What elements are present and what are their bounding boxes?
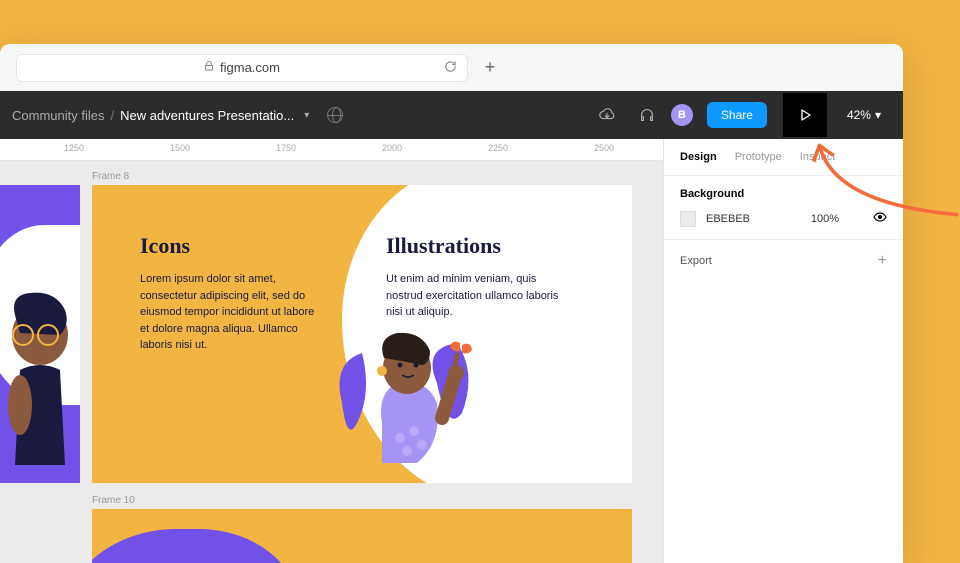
chevron-down-icon: ▾ xyxy=(875,108,881,122)
background-label: Background xyxy=(680,188,887,200)
share-button[interactable]: Share xyxy=(707,102,767,128)
export-section[interactable]: Export + xyxy=(664,240,903,282)
avatar[interactable]: B xyxy=(671,104,693,126)
chevron-down-icon[interactable]: ▾ xyxy=(304,110,309,121)
frame-7-partial[interactable] xyxy=(0,185,80,483)
illustrations-heading: Illustrations xyxy=(386,233,566,259)
background-row[interactable]: EBEBEB 100% xyxy=(680,210,887,227)
tab-inspect[interactable]: Inspect xyxy=(800,151,835,163)
ruler-tick: 2500 xyxy=(594,143,614,153)
right-panel: Design Prototype Inspect Background EBEB… xyxy=(663,139,903,563)
ruler-tick: 1750 xyxy=(276,143,296,153)
breadcrumb-current[interactable]: New adventures Presentatio... xyxy=(120,108,294,123)
breadcrumb-separator: / xyxy=(110,108,114,123)
lock-icon xyxy=(204,61,214,74)
breadcrumb: Community files / New adventures Present… xyxy=(12,107,343,123)
export-label: Export xyxy=(680,255,712,267)
ruler-horizontal: 1250 1500 1750 2000 2250 2500 xyxy=(0,139,663,161)
browser-chrome: figma.com + xyxy=(0,44,903,91)
bg-hex-value: EBEBEB xyxy=(706,213,750,225)
person-illustration xyxy=(0,285,80,483)
panel-tabs: Design Prototype Inspect xyxy=(664,139,903,176)
app-toolbar: Community files / New adventures Present… xyxy=(0,91,903,139)
url-bar[interactable]: figma.com xyxy=(16,54,468,82)
canvas-area[interactable]: 1250 1500 1750 2000 2250 2500 xyxy=(0,139,663,563)
icons-heading: Icons xyxy=(140,233,320,259)
tab-prototype[interactable]: Prototype xyxy=(735,151,782,163)
workspace: 1250 1500 1750 2000 2250 2500 xyxy=(0,139,903,563)
frame-label[interactable]: Frame 10 xyxy=(92,495,135,506)
person-illustration xyxy=(322,323,502,483)
ruler-tick: 2000 xyxy=(382,143,402,153)
icons-text: Lorem ipsum dolor sit amet, consectetur … xyxy=(140,271,320,354)
globe-icon[interactable] xyxy=(327,107,343,123)
plus-icon[interactable]: + xyxy=(878,252,887,270)
ruler-tick: 1250 xyxy=(64,143,84,153)
frame-label[interactable]: Frame 8 xyxy=(92,171,129,182)
new-tab-button[interactable]: + xyxy=(480,58,500,78)
reload-icon[interactable] xyxy=(444,60,457,76)
illustrations-text: Ut enim ad minim veniam, quis nostrud ex… xyxy=(386,271,566,321)
tab-design[interactable]: Design xyxy=(680,151,717,163)
headphones-icon[interactable] xyxy=(631,99,663,131)
frame-8[interactable]: Icons Lorem ipsum dolor sit amet, consec… xyxy=(92,185,632,483)
ruler-tick: 1500 xyxy=(170,143,190,153)
canvas-content[interactable]: Frame 8 Icons Lorem ipsum dolor sit amet… xyxy=(0,161,663,563)
background-section: Background EBEBEB 100% xyxy=(664,176,903,240)
ruler-tick: 2250 xyxy=(488,143,508,153)
eye-icon[interactable] xyxy=(873,210,887,227)
zoom-control[interactable]: 42% ▾ xyxy=(837,108,891,122)
browser-window: figma.com + Community files / New advent… xyxy=(0,44,903,563)
bg-opacity-value: 100% xyxy=(811,213,839,225)
frame-10[interactable] xyxy=(92,509,632,563)
zoom-value: 42% xyxy=(847,108,871,122)
url-text: figma.com xyxy=(220,60,280,75)
breadcrumb-root[interactable]: Community files xyxy=(12,108,104,123)
color-swatch[interactable] xyxy=(680,211,696,227)
present-button[interactable] xyxy=(783,93,827,137)
cloud-icon[interactable] xyxy=(591,99,623,131)
